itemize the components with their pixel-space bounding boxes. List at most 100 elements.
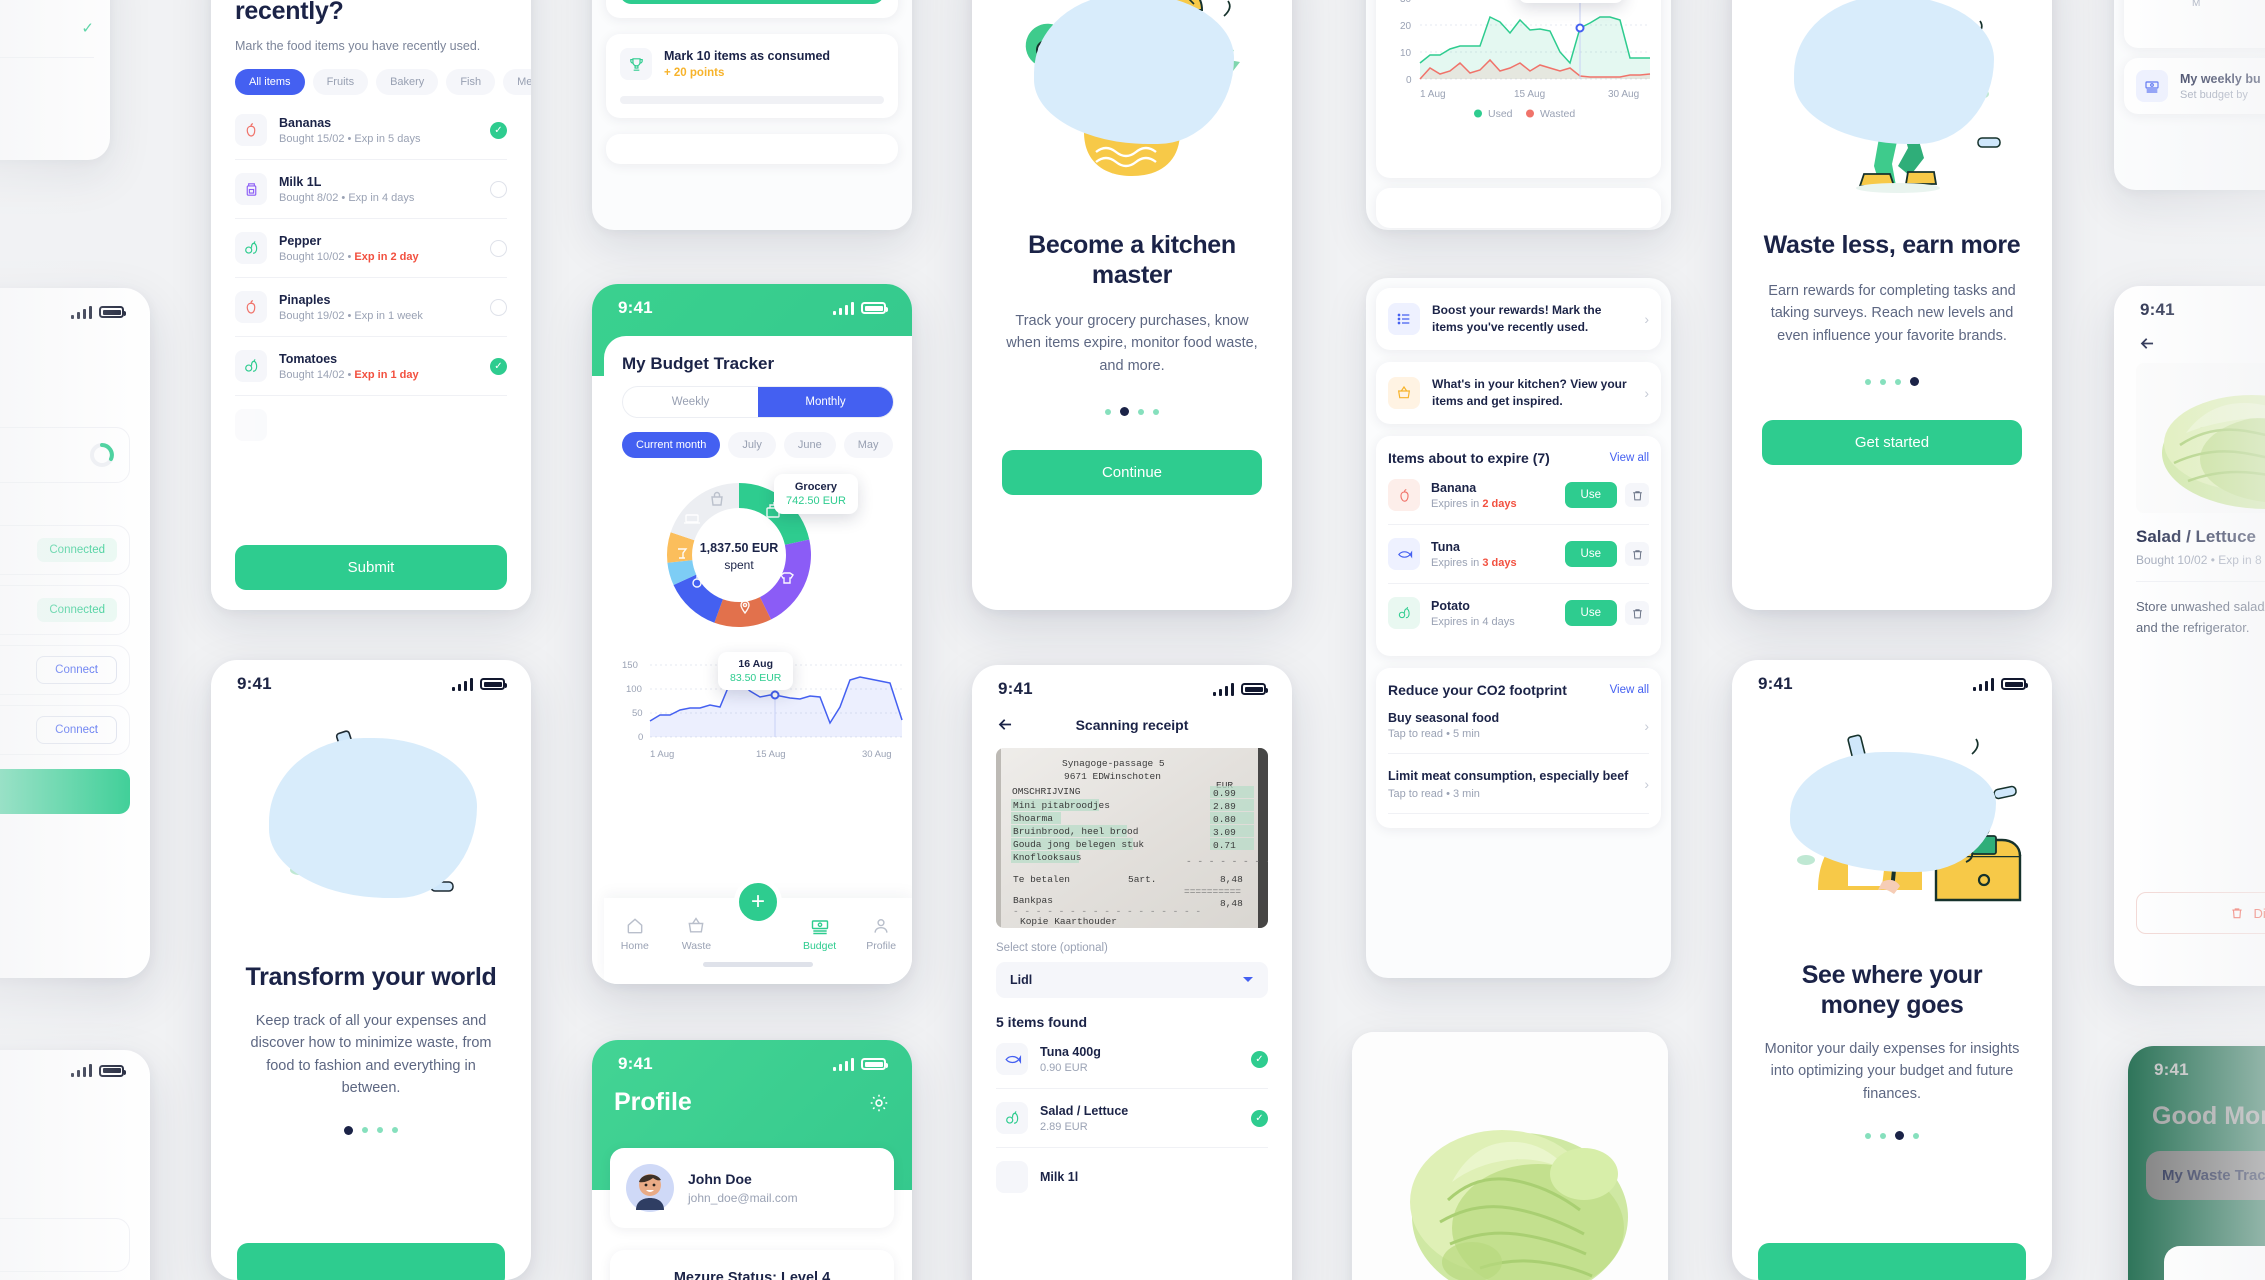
use-button[interactable]: Use <box>1564 482 1617 509</box>
kitchen-banner[interactable]: What's in your kitchen? View your items … <box>1376 362 1661 425</box>
receipt-photo[interactable]: Synagoge-passage 5 9671 EDWinschoten OMS… <box>996 748 1268 928</box>
nav-item-home[interactable]: Home <box>607 916 663 952</box>
tooltip-amount: 742.50 EUR <box>786 495 846 507</box>
gear-icon[interactable] <box>868 1092 890 1114</box>
back-arrow-icon[interactable] <box>2138 334 2157 353</box>
money-icon <box>2136 70 2168 102</box>
connecting-shop-card[interactable] <box>0 427 130 483</box>
list-item[interactable]: Tuna 400g 0.90 EUR ✓ <box>996 1030 1268 1088</box>
receipt-total: 8,48 <box>1220 874 1243 885</box>
continue-button[interactable]: nue <box>0 769 130 814</box>
profile-name: John Doe <box>688 1171 752 1187</box>
item-checkbox[interactable] <box>490 298 507 316</box>
shop-row[interactable]: Connect <box>0 645 130 695</box>
item-exp: Exp in 4 days <box>348 191 415 204</box>
receipt-price: 0.99 <box>1213 788 1236 799</box>
get-started-button[interactable]: Get started <box>1762 420 2022 466</box>
add-button[interactable]: + <box>734 878 782 926</box>
submit-button[interactable]: Submit <box>235 545 507 590</box>
next-card[interactable] <box>1376 188 1661 228</box>
month-chip-current[interactable]: Current month <box>622 432 721 458</box>
item-checkbox-checked[interactable]: ✓ <box>1251 1050 1268 1068</box>
list-item[interactable]: Milk 1L Bought 8/02 • Exp in 4 days <box>235 160 507 218</box>
month-chip-july[interactable]: July <box>728 432 776 458</box>
rewards-banner[interactable]: Boost your rewards! Mark the items you'v… <box>1376 288 1661 351</box>
trash-icon[interactable] <box>1625 542 1649 567</box>
list-item[interactable]: Pinaples Bought 19/02 • Exp in 1 week <box>235 278 507 336</box>
use-button[interactable]: Use <box>1564 600 1617 627</box>
vegetables-icon <box>1388 597 1420 630</box>
banner-text: Boost your rewards! Mark the items you'v… <box>1432 303 1602 335</box>
pagination-dots <box>237 1125 505 1135</box>
list-item[interactable]: Salad / Lettuce 2.89 EUR ✓ <box>996 1089 1268 1147</box>
connect-button[interactable]: Connect <box>36 716 117 744</box>
tab-monthly[interactable]: Monthly <box>758 387 893 417</box>
chevron-right-icon: › <box>1644 385 1649 402</box>
used-wasted-chart-card[interactable]: 30 20 10 0 1 Aug 15 <box>1376 0 1661 178</box>
view-all-link[interactable]: View all <box>1610 684 1649 696</box>
status-bar: 9:41 <box>1732 660 2052 698</box>
design-showcase-canvas: ✓ Wildlife Fund on Certificate ✓ 9:41 sh… <box>0 0 2265 1280</box>
filter-chip-fruits[interactable]: Fruits <box>312 69 369 95</box>
filter-chip-all-items[interactable]: All items <box>235 69 305 95</box>
weekly-bar-chart-card[interactable]: 100 50 0 M T W Last up <box>2124 0 2265 48</box>
month-chip-june[interactable]: June <box>783 432 836 458</box>
filter-chip-fish[interactable]: Fish <box>446 69 496 95</box>
item-checkbox-checked[interactable]: ✓ <box>1251 1109 1268 1127</box>
continue-button[interactable] <box>1758 1243 2026 1280</box>
last-updated-label: Last up <box>2136 24 2265 36</box>
status-time: 9:41 <box>2154 1060 2189 1079</box>
list-item[interactable]: Pepper Bought 10/02 • Exp in 2 day <box>235 219 507 277</box>
connect-button[interactable]: Connect <box>36 656 117 684</box>
y-tick: 30 <box>1400 0 1412 5</box>
use-button[interactable]: Use <box>1564 541 1617 568</box>
month-chip-may[interactable]: May <box>843 432 893 458</box>
list-item[interactable]: Milk 1l <box>996 1148 1268 1206</box>
task-card[interactable]: Mark 10 items as consumed + 20 points <box>606 34 898 118</box>
trash-icon[interactable] <box>1625 483 1649 508</box>
salad-detail-screen: 9:41 . Salad / Lettuce Bought 10/02 • Ex… <box>2114 286 2265 986</box>
discard-button[interactable]: Discard <box>2136 892 2265 934</box>
shop-row[interactable]: Connected <box>0 585 130 635</box>
nav-label: Profile <box>866 940 897 952</box>
svg-text:150: 150 <box>622 660 638 671</box>
trash-icon[interactable] <box>1625 601 1649 626</box>
article-title: Buy seasonal food <box>1388 711 1500 726</box>
view-all-link[interactable]: View all <box>1610 452 1649 464</box>
shop-row[interactable]: Connected <box>0 525 130 575</box>
store-select[interactable]: Lidl <box>996 962 1268 998</box>
list-item[interactable]: Bananas Bought 15/02 • Exp in 5 days ✓ <box>235 101 507 159</box>
app-products-card[interactable]: cts to the app <box>0 1218 130 1272</box>
points-screen: to earn points cts to the app <box>0 1050 150 1280</box>
nav-item-budget[interactable]: Budget <box>792 916 848 952</box>
survey-card[interactable]: + 15 points • 5 questions Take survey <box>606 0 898 18</box>
status-card[interactable]: Mezure Status: Level 4 <box>610 1250 894 1280</box>
item-name: Salad / Lettuce <box>1040 1103 1129 1118</box>
list-item[interactable]: Buy seasonal food Tap to read • 5 min › <box>1388 698 1649 753</box>
item-checkbox-checked[interactable]: ✓ <box>490 357 507 375</box>
filter-chip-meat[interactable]: Meat <box>503 69 531 95</box>
item-checkbox[interactable] <box>490 180 507 198</box>
shop-row[interactable]: Connect <box>0 705 130 755</box>
task-card[interactable] <box>606 134 898 164</box>
filter-chip-bakery[interactable]: Bakery <box>376 69 439 95</box>
continue-button[interactable] <box>237 1243 505 1280</box>
item-checkbox-checked[interactable]: ✓ <box>490 121 507 139</box>
profile-screen: 9:41 Profile John Doe john_doe@mail.com … <box>592 1040 912 1280</box>
list-item[interactable]: Tomatoes Bought 14/02 • Exp in 1 day ✓ <box>235 337 507 395</box>
weekly-budget-card[interactable]: My weekly bu Set budget by <box>2124 58 2265 114</box>
storage-tip: Store unwashed salad/l damp paper towel … <box>2136 599 2265 636</box>
item-checkbox[interactable] <box>490 239 507 257</box>
continue-button[interactable]: Continue <box>1002 450 1262 496</box>
nav-item-waste[interactable]: Waste <box>668 916 724 952</box>
profile-card[interactable]: John Doe john_doe@mail.com <box>610 1148 894 1228</box>
section-title: Reduce your CO2 footprint <box>1388 682 1567 699</box>
nav-item-profile[interactable]: Profile <box>853 916 909 952</box>
tab-weekly[interactable]: Weekly <box>623 387 758 417</box>
connect-note-2: connected. <box>0 503 130 515</box>
item-meta: Bought 10/02 • Exp in 8 da <box>2136 553 2265 567</box>
item-name: Milk 1l <box>1040 1170 1079 1184</box>
take-survey-button[interactable]: Take survey <box>620 0 884 4</box>
list-item[interactable]: Limit meat consumption, especially beef … <box>1388 754 1649 813</box>
connect-shops-sub-2: insights on your budget <box>0 397 130 411</box>
